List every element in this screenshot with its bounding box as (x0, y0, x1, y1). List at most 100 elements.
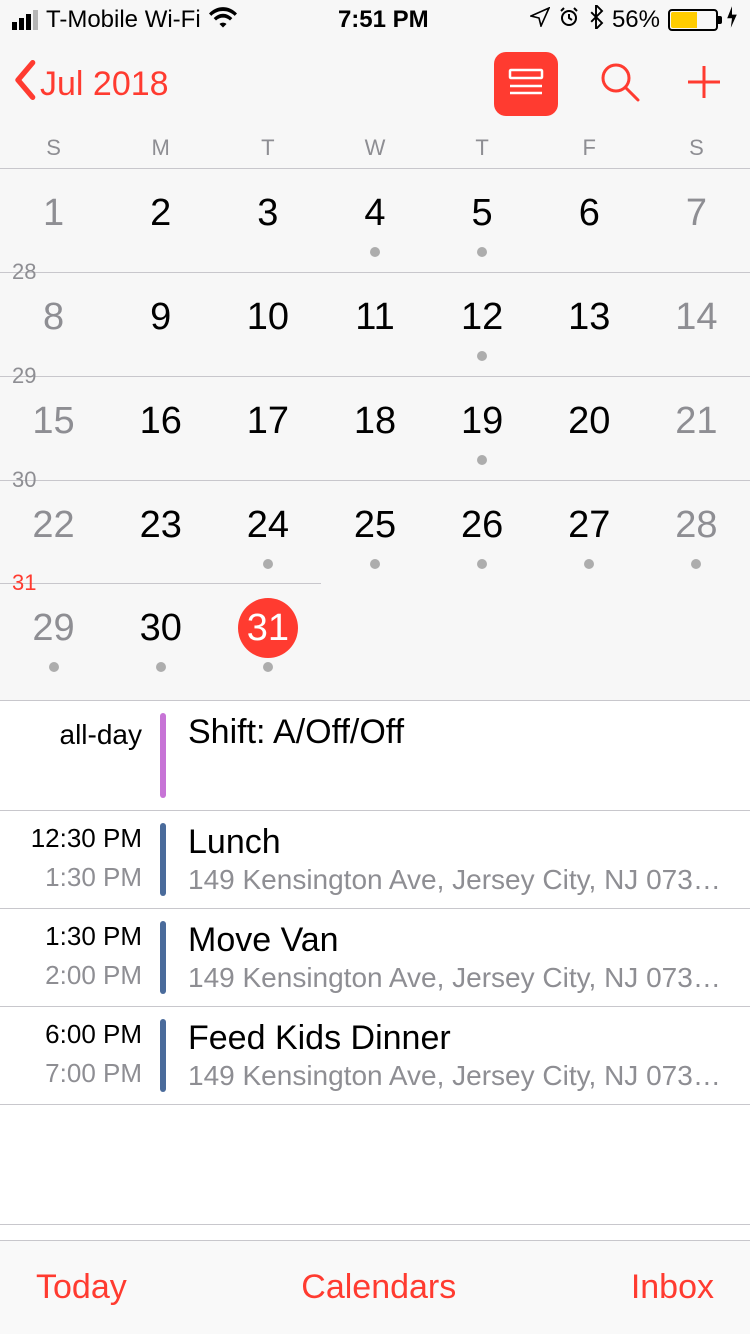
day-cell[interactable]: 2 (107, 169, 214, 272)
day-number: 14 (666, 287, 726, 347)
day-cell (321, 584, 428, 700)
day-number: 4 (345, 183, 405, 243)
day-number: 30 (131, 598, 191, 658)
list-view-icon (508, 67, 544, 102)
day-number: 13 (559, 287, 619, 347)
day-number: 25 (345, 495, 405, 555)
day-cell[interactable]: 15 (0, 377, 107, 480)
calendars-button[interactable]: Calendars (301, 1268, 456, 1307)
event-row[interactable]: all-day Shift: A/Off/Off (0, 701, 750, 811)
day-cell[interactable]: 9 (107, 273, 214, 376)
day-cell[interactable]: 16 (107, 377, 214, 480)
event-dot-icon (156, 662, 166, 672)
allday-label: all-day (0, 713, 142, 751)
today-button[interactable]: Today (36, 1268, 127, 1307)
day-cell[interactable]: 4 (321, 169, 428, 272)
day-cell[interactable]: 3 (214, 169, 321, 272)
weekday-header: W (321, 128, 428, 168)
event-title: Shift: A/Off/Off (188, 713, 734, 752)
day-cell[interactable]: 5 (429, 169, 536, 272)
status-time: 7:51 PM (338, 6, 429, 34)
event-time-column: 6:00 PM 7:00 PM (0, 1019, 160, 1092)
day-cell[interactable]: 12 (429, 273, 536, 376)
day-cell[interactable]: 10 (214, 273, 321, 376)
event-dot-icon (477, 247, 487, 257)
status-right: 56% (530, 5, 738, 36)
weekday-header: S (643, 128, 750, 168)
event-dot-icon (370, 559, 380, 569)
event-body: Lunch149 Kensington Ave, Jersey City, NJ… (166, 823, 750, 896)
day-cell[interactable]: 30 (107, 584, 214, 700)
event-row[interactable]: 6:00 PM 7:00 PM Feed Kids Dinner149 Kensin… (0, 1007, 750, 1105)
chevron-left-icon (12, 60, 40, 109)
event-dot-icon (477, 351, 487, 361)
event-start-time: 6:00 PM (0, 1019, 142, 1050)
event-start-time: 12:30 PM (0, 823, 142, 854)
cellular-signal-icon (12, 10, 38, 30)
carrier-label: T-Mobile Wi-Fi (46, 6, 201, 34)
day-number: 16 (131, 391, 191, 451)
day-cell[interactable]: 31 (214, 584, 321, 700)
day-cell[interactable]: 7 (643, 169, 750, 272)
event-dot-icon (691, 559, 701, 569)
day-cell[interactable]: 18 (321, 377, 428, 480)
add-event-button[interactable] (682, 60, 726, 109)
day-cell[interactable]: 29 (0, 584, 107, 700)
day-number: 5 (452, 183, 512, 243)
search-button[interactable] (598, 60, 642, 109)
day-cell[interactable]: 21 (643, 377, 750, 480)
inbox-button[interactable]: Inbox (631, 1268, 714, 1307)
event-dot-icon (263, 662, 273, 672)
status-bar: T-Mobile Wi-Fi 7:51 PM 56% (0, 0, 750, 40)
events-list: all-day Shift: A/Off/Off 12:30 PM1:30 PMLu… (0, 700, 750, 1225)
day-cell[interactable]: 13 (536, 273, 643, 376)
event-time-column: 1:30 PM2:00 PM (0, 921, 160, 994)
event-title: Feed Kids Dinner (188, 1019, 734, 1058)
day-number: 18 (345, 391, 405, 451)
month-grid: 1234567288910111213142915161718192021302… (0, 168, 750, 700)
day-cell[interactable]: 27 (536, 481, 643, 584)
event-body: Shift: A/Off/Off (166, 713, 750, 798)
view-toggle-button[interactable] (494, 52, 558, 116)
day-cell[interactable]: 1 (0, 169, 107, 272)
day-cell (429, 584, 536, 700)
week-row: 28891011121314 (0, 272, 750, 376)
back-label: Jul 2018 (40, 65, 169, 104)
location-icon (530, 6, 550, 34)
day-number: 6 (559, 183, 619, 243)
day-number: 11 (345, 287, 405, 347)
day-cell[interactable]: 26 (429, 481, 536, 584)
day-cell[interactable]: 25 (321, 481, 428, 584)
event-row[interactable]: 12:30 PM1:30 PMLunch149 Kensington Ave, … (0, 811, 750, 909)
event-dot-icon (263, 559, 273, 569)
day-cell[interactable]: 23 (107, 481, 214, 584)
day-cell[interactable]: 11 (321, 273, 428, 376)
day-cell[interactable]: 14 (643, 273, 750, 376)
day-number: 3 (238, 183, 298, 243)
day-cell[interactable]: 19 (429, 377, 536, 480)
day-cell[interactable]: 6 (536, 169, 643, 272)
day-cell[interactable]: 24 (214, 481, 321, 584)
day-cell[interactable]: 20 (536, 377, 643, 480)
day-cell (536, 584, 643, 700)
event-body: Feed Kids Dinner149 Kensington Ave, Jers… (166, 1019, 750, 1092)
day-number: 2 (131, 183, 191, 243)
day-number: 17 (238, 391, 298, 451)
day-number: 1 (24, 183, 84, 243)
event-end-time: 7:00 PM (0, 1058, 142, 1089)
weekday-header: M (107, 128, 214, 168)
event-row[interactable]: 1:30 PM2:00 PMMove Van149 Kensington Ave… (0, 909, 750, 1007)
day-cell[interactable]: 22 (0, 481, 107, 584)
week-row: 1234567 (0, 168, 750, 272)
event-dot-icon (477, 455, 487, 465)
event-dot-icon (584, 559, 594, 569)
day-number: 27 (559, 495, 619, 555)
back-button[interactable]: Jul 2018 (12, 60, 169, 109)
event-location: 149 Kensington Ave, Jersey City, NJ 0730… (188, 864, 734, 896)
day-number: 29 (24, 598, 84, 658)
day-cell[interactable]: 17 (214, 377, 321, 480)
event-body: Move Van149 Kensington Ave, Jersey City,… (166, 921, 750, 994)
day-cell[interactable]: 28 (643, 481, 750, 584)
day-cell[interactable]: 8 (0, 273, 107, 376)
day-number: 20 (559, 391, 619, 451)
